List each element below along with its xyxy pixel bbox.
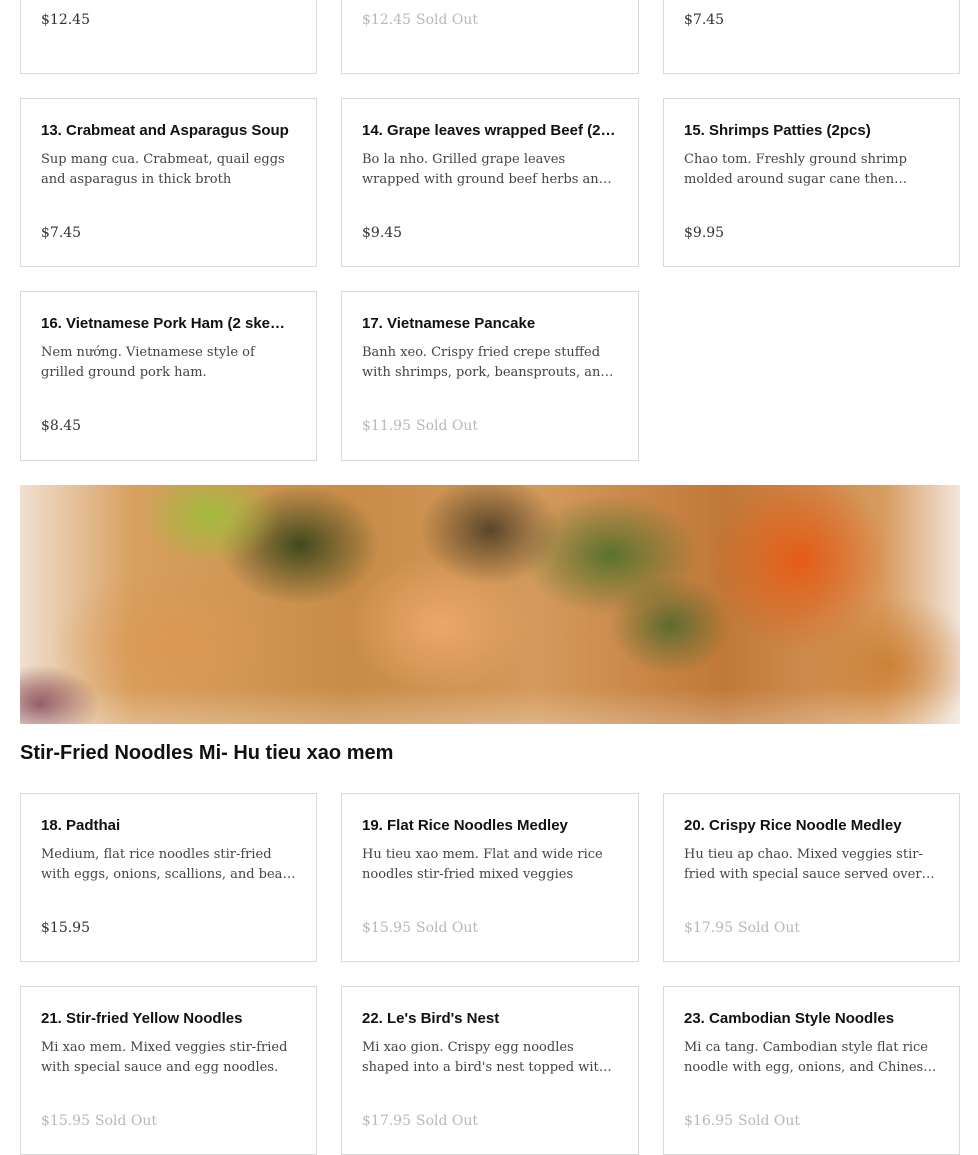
item-price: $7.45 [684,12,725,28]
item-name: 19. Flat Rice Noodles Medley [362,817,568,834]
item-name: 20. Crispy Rice Noodle Medley [684,817,902,834]
item-description: Medium, flat rice noodles stir-fried wit… [41,847,291,882]
menu-item-card[interactable]: 22. Le's Bird's Nest Mi xao gion. Crispy… [341,986,639,1155]
item-description: Nem nướng. Vietnamese style of grilled g… [41,345,255,380]
item-price: $11.95 Sold Out [362,418,479,434]
item-name: 15. Shrimps Patties (2pcs) [684,122,871,139]
item-description: Mi ca tang. Cambodian style flat rice no… [684,1040,931,1075]
section-title: Stir-Fried Noodles Mi- Hu tieu xao mem [20,742,394,764]
item-price: $15.95 Sold Out [41,1113,158,1129]
item-name: 18. Padthai [41,817,121,834]
item-description: Sup mang cua. Crabmeat, quail eggs and a… [41,152,285,187]
item-name: 21. Stir-fried Yellow Noodles [41,1010,243,1027]
item-price: $15.95 Sold Out [362,920,479,936]
item-description: Hu tieu ap chao. Mixed veggies stir-frie… [684,847,923,882]
item-name: 13. Crabmeat and Asparagus Soup [41,122,289,139]
item-description: Bo la nho. Grilled grape leaves wrapped … [362,152,607,187]
item-price: $12.45 [41,12,90,28]
menu-item-card[interactable]: $12.45 Sold Out [341,0,639,74]
menu-item-card[interactable]: 16. Vietnamese Pork Ham (2 skewers) Nem … [20,291,317,461]
sold-out-label: Sold Out [95,1113,158,1129]
item-description: Banh xeo. Crispy fried crepe stuffed wit… [362,345,609,380]
item-price: $7.45 [41,225,82,241]
item-price: $8.45 [41,418,82,434]
item-price: $16.95 Sold Out [684,1113,801,1129]
item-description: Mi xao mem. Mixed veggies stir-fried wit… [41,1040,288,1075]
menu-item-card[interactable]: $12.45 [20,0,317,74]
menu-item-card[interactable]: 14. Grape leaves wrapped Beef (2pcs) Bo … [341,98,639,267]
menu-item-card[interactable]: 13. Crabmeat and Asparagus Soup Sup mang… [20,98,317,267]
menu-item-card[interactable]: 18. Padthai Medium, flat rice noodles st… [20,793,317,962]
menu-item-card[interactable]: 17. Vietnamese Pancake Banh xeo. Crispy … [341,291,639,461]
sold-out-label: Sold Out [416,920,479,936]
menu-item-card[interactable]: 23. Cambodian Style Noodles Mi ca tang. … [663,986,960,1155]
sold-out-label: Sold Out [738,1113,801,1129]
menu-item-card[interactable]: 19. Flat Rice Noodles Medley Hu tieu xao… [341,793,639,962]
item-description: Chao tom. Freshly ground shrimp molded a… [684,152,907,187]
sold-out-label: Sold Out [416,12,479,28]
item-price: $9.45 [362,225,403,241]
item-price: $15.95 [41,920,90,936]
item-name: 16. Vietnamese Pork Ham (2 skewers) [41,315,296,332]
menu-item-card[interactable]: $7.45 [663,0,960,74]
menu-item-card[interactable]: 21. Stir-fried Yellow Noodles Mi xao mem… [20,986,317,1155]
item-price: $17.95 Sold Out [362,1113,479,1129]
item-name: 22. Le's Bird's Nest [362,1010,500,1027]
section-banner-image [20,485,960,724]
menu-item-card[interactable]: 20. Crispy Rice Noodle Medley Hu tieu ap… [663,793,960,962]
item-description: Mi xao gion. Crispy egg noodles shaped i… [362,1040,608,1075]
item-description: Hu tieu xao mem. Flat and wide rice nood… [362,847,603,882]
item-name: 17. Vietnamese Pancake [362,315,536,332]
sold-out-label: Sold Out [738,920,801,936]
sold-out-label: Sold Out [416,1113,479,1129]
item-name: 23. Cambodian Style Noodles [684,1010,895,1027]
item-price: $9.95 [684,225,725,241]
menu-item-card[interactable]: 15. Shrimps Patties (2pcs) Chao tom. Fre… [663,98,960,267]
item-price: $17.95 Sold Out [684,920,801,936]
sold-out-label: Sold Out [416,418,479,434]
item-price: $12.45 Sold Out [362,12,479,28]
item-name: 14. Grape leaves wrapped Beef (2pcs) [362,122,618,139]
